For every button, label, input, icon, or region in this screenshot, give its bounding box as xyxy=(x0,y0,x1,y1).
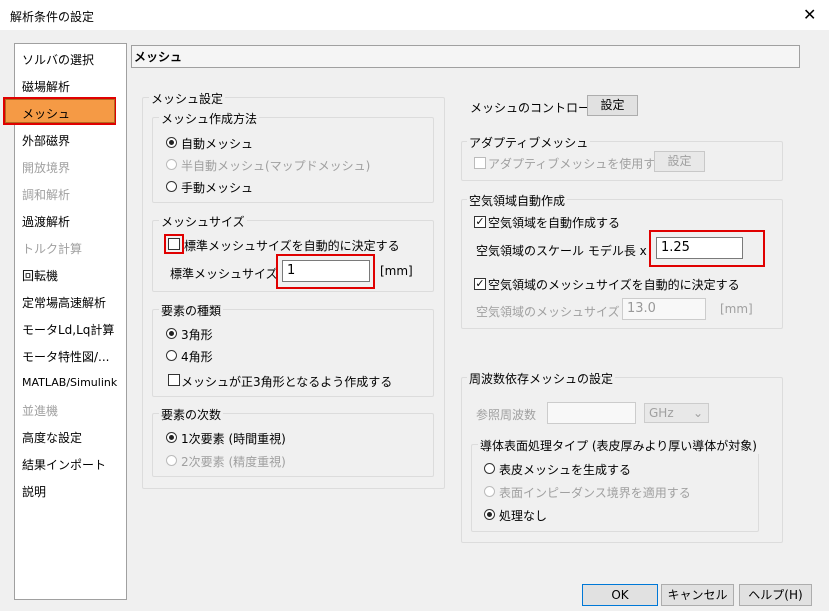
chevron-down-icon: ⌄ xyxy=(692,406,703,420)
window-title: 解析条件の設定 xyxy=(10,10,95,24)
label-regular-triangle: メッシュが正3角形となるよう作成する xyxy=(181,375,393,389)
adaptive-settings-button[interactable]: 設定 xyxy=(654,151,705,172)
check-icon: ✓ xyxy=(475,215,485,228)
radio-manual-mesh[interactable] xyxy=(166,181,177,192)
frequency-unit-select[interactable]: GHz ⌄ xyxy=(644,403,709,423)
label-quad: 4角形 xyxy=(181,350,213,364)
nav-item-steady-fast[interactable]: 定常場高速解析 xyxy=(22,294,106,311)
air-mesh-size-input[interactable]: 13.0 xyxy=(622,298,706,320)
nav-item-result-import[interactable]: 結果インポート xyxy=(22,456,106,473)
radio-no-treatment[interactable] xyxy=(484,509,495,520)
label-air-mesh-size: 空気領域のメッシュサイズ xyxy=(476,305,620,319)
nav-item-external-field[interactable]: 外部磁界 xyxy=(22,132,70,149)
radio-triangle[interactable] xyxy=(166,328,177,339)
ok-button[interactable]: OK xyxy=(582,584,658,606)
nav-item-advanced[interactable]: 高度な設定 xyxy=(22,429,82,446)
label-semi-auto-mesh: 半自動メッシュ(マップドメッシュ) xyxy=(181,159,371,173)
label-mesh-control: メッシュのコントロール xyxy=(470,101,603,115)
label-auto-air-region: 空気領域を自動作成する xyxy=(488,216,621,230)
radio-second-order[interactable] xyxy=(166,455,177,466)
element-order-title: 要素の次数 xyxy=(159,406,224,423)
nav-item-motor-chart[interactable]: モータ特性図/... xyxy=(22,348,110,365)
frequency-mesh-title: 周波数依存メッシュの設定 xyxy=(467,370,616,387)
label-no-treatment: 処理なし xyxy=(499,509,548,523)
checkbox-auto-air-mesh-size[interactable]: ✓ xyxy=(474,278,486,290)
radio-auto-mesh[interactable] xyxy=(166,137,177,148)
air-region-title: 空気領域自動作成 xyxy=(467,192,568,209)
label-skin-mesh: 表皮メッシュを生成する xyxy=(499,463,632,477)
radio-semi-auto-mesh[interactable] xyxy=(166,159,177,170)
label-auto-air-mesh-size: 空気領域のメッシュサイズを自動的に決定する xyxy=(488,278,740,292)
checkbox-adaptive-mesh[interactable] xyxy=(474,157,486,169)
check-icon: ✓ xyxy=(475,277,485,290)
nav-item-ldlq[interactable]: モータLd,Lq計算 xyxy=(22,321,114,338)
mesh-size-title: メッシュサイズ xyxy=(159,213,247,230)
help-button[interactable]: ヘルプ(H) xyxy=(739,584,812,606)
mesh-method-title: メッシュ作成方法 xyxy=(159,110,260,127)
nav-item-matlab[interactable]: MATLAB/Simulink xyxy=(22,376,117,389)
label-triangle: 3角形 xyxy=(181,328,213,342)
checkbox-regular-triangle[interactable] xyxy=(168,374,180,386)
label-reference-frequency: 参照周波数 xyxy=(476,408,537,422)
nav-item-open-boundary[interactable]: 開放境界 xyxy=(22,159,70,176)
nav-item-harmonic[interactable]: 調和解析 xyxy=(22,186,70,203)
nav-item-rotating-machine[interactable]: 回転機 xyxy=(22,267,58,284)
radio-surface-impedance[interactable] xyxy=(484,486,495,497)
label-surface-impedance: 表面インピーダンス境界を適用する xyxy=(499,486,691,500)
nav-item-description[interactable]: 説明 xyxy=(22,483,46,500)
label-air-mesh-unit: [mm] xyxy=(720,302,753,316)
label-second-order: 2次要素 (精度重視) xyxy=(181,455,286,469)
radio-quad[interactable] xyxy=(166,350,177,361)
label-mm-unit: [mm] xyxy=(380,264,413,278)
frequency-unit-value: GHz xyxy=(649,406,674,420)
label-first-order: 1次要素 (時間重視) xyxy=(181,432,286,446)
label-air-scale: 空気領域のスケール モデル長 x xyxy=(476,244,647,258)
label-manual-mesh: 手動メッシュ xyxy=(181,181,254,195)
radio-skin-mesh[interactable] xyxy=(484,463,495,474)
conductor-treatment-title: 導体表面処理タイプ (表皮厚みより厚い導体が対象) xyxy=(478,437,759,454)
title-bar xyxy=(0,0,829,30)
highlight-box-size-input xyxy=(276,254,375,289)
highlight-box-air-scale xyxy=(649,230,765,267)
checkbox-auto-air-region[interactable]: ✓ xyxy=(474,216,486,228)
nav-item-magnetic[interactable]: 磁場解析 xyxy=(22,78,70,95)
nav-item-solver[interactable]: ソルバの選択 xyxy=(22,51,94,68)
label-standard-size: 標準メッシュサイズ xyxy=(170,267,278,281)
mesh-settings-title: メッシュ設定 xyxy=(149,90,226,107)
cancel-button[interactable]: キャンセル xyxy=(661,584,734,606)
nav-item-linear-machine[interactable]: 並進機 xyxy=(22,402,58,419)
label-adaptive-mesh: アダプティブメッシュを使用する xyxy=(488,157,668,171)
nav-item-torque[interactable]: トルク計算 xyxy=(22,240,82,257)
radio-first-order[interactable] xyxy=(166,432,177,443)
section-header xyxy=(131,45,800,68)
element-type-title: 要素の種類 xyxy=(159,302,224,319)
section-title: メッシュ xyxy=(134,50,183,64)
label-auto-mesh: 自動メッシュ xyxy=(181,137,254,151)
nav-item-mesh[interactable]: メッシュ xyxy=(22,105,70,122)
mesh-control-settings-button[interactable]: 設定 xyxy=(587,95,638,116)
highlight-box-checkbox xyxy=(164,234,184,254)
nav-item-transient[interactable]: 過渡解析 xyxy=(22,213,70,230)
label-auto-standard-size: 標準メッシュサイズを自動的に決定する xyxy=(184,239,400,253)
close-icon[interactable]: ✕ xyxy=(803,5,816,24)
adaptive-mesh-title: アダプティブメッシュ xyxy=(467,134,591,151)
reference-frequency-input[interactable] xyxy=(547,402,636,424)
